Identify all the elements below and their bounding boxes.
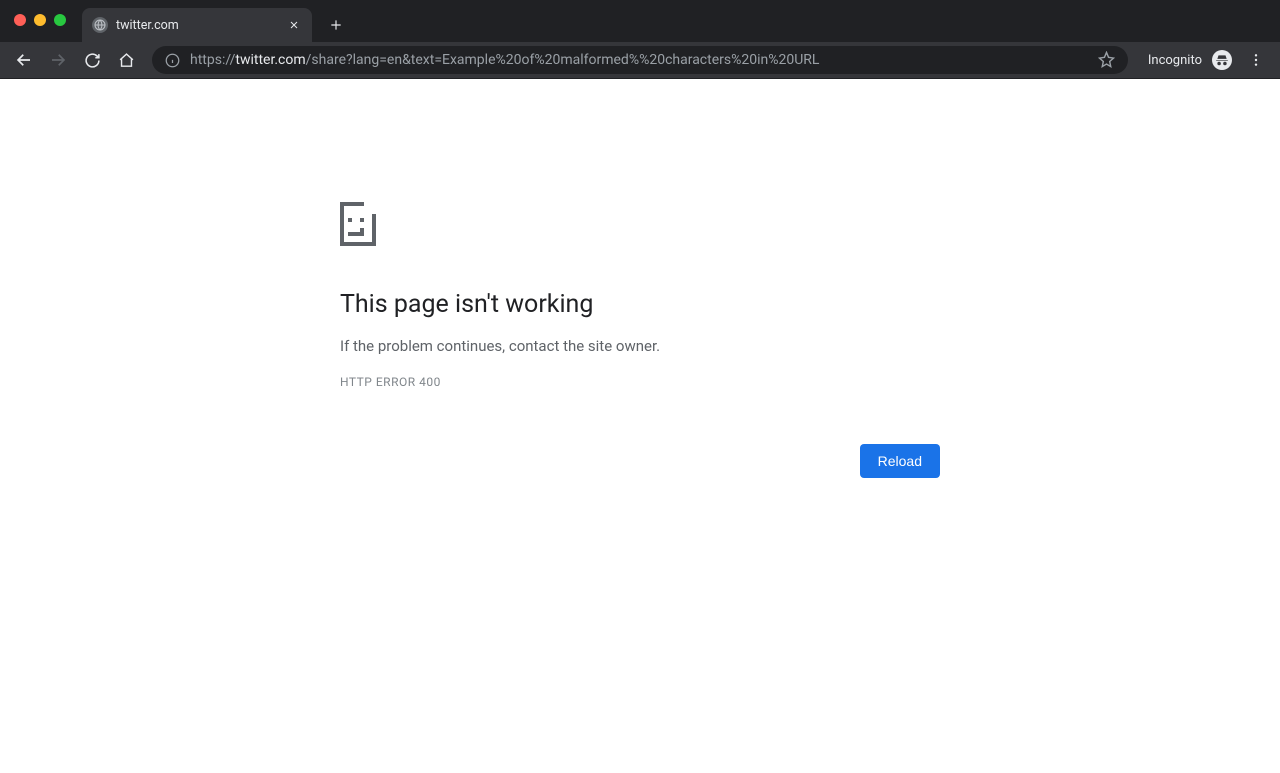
toolbar-right: Incognito [1148, 46, 1270, 74]
sad-document-icon [340, 202, 376, 246]
bookmark-icon[interactable] [1098, 51, 1116, 69]
site-info-icon[interactable] [164, 52, 180, 68]
reload-nav-button[interactable] [78, 46, 106, 74]
forward-button [44, 46, 72, 74]
error-code: HTTP ERROR 400 [340, 375, 940, 389]
window-minimize[interactable] [34, 14, 46, 26]
incognito-label: Incognito [1148, 53, 1202, 68]
window-controls [14, 14, 66, 26]
tab-title: twitter.com [116, 18, 278, 33]
home-button[interactable] [112, 46, 140, 74]
error-title: This page isn't working [340, 290, 940, 319]
page-content: This page isn't working If the problem c… [0, 79, 1280, 773]
globe-icon [92, 17, 108, 33]
error-message: If the problem continues, contact the si… [340, 337, 940, 355]
address-bar[interactable]: https://twitter.com/share?lang=en&text=E… [152, 46, 1128, 74]
window-close[interactable] [14, 14, 26, 26]
incognito-icon[interactable] [1212, 50, 1232, 70]
error-container: This page isn't working If the problem c… [340, 202, 940, 773]
back-button[interactable] [10, 46, 38, 74]
toolbar: https://twitter.com/share?lang=en&text=E… [0, 42, 1280, 79]
tab-bar: twitter.com [0, 0, 1280, 42]
browser-tab[interactable]: twitter.com [82, 8, 312, 42]
url-host: twitter.com [235, 52, 305, 68]
url-text: https://twitter.com/share?lang=en&text=E… [190, 52, 1088, 68]
window-maximize[interactable] [54, 14, 66, 26]
menu-button[interactable] [1242, 46, 1270, 74]
url-path: /share?lang=en&text=Example%20of%20malfo… [306, 52, 820, 68]
close-icon[interactable] [286, 17, 302, 33]
url-scheme: https:// [190, 52, 235, 68]
new-tab-button[interactable] [322, 11, 350, 39]
reload-button[interactable]: Reload [860, 444, 940, 478]
